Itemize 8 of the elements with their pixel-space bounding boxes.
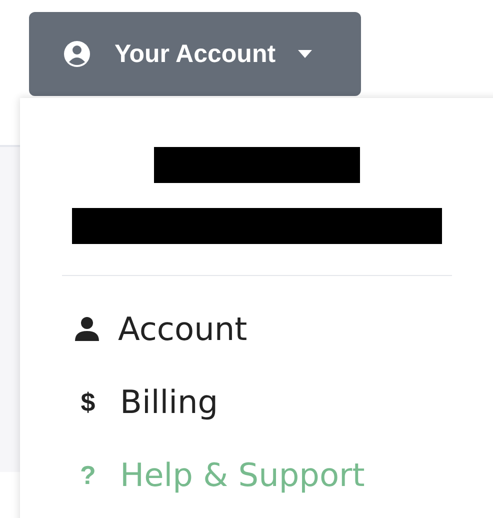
- question-icon: ?: [74, 460, 102, 490]
- caret-icon: [298, 50, 312, 58]
- user-circle-icon: [62, 39, 92, 69]
- account-dropdown-button[interactable]: Your Account: [29, 12, 361, 96]
- person-icon: [74, 316, 100, 342]
- dollar-icon: $: [74, 386, 102, 418]
- menu-item[interactable]: $ Billing: [62, 379, 493, 425]
- menu-item[interactable]: Account: [62, 306, 493, 352]
